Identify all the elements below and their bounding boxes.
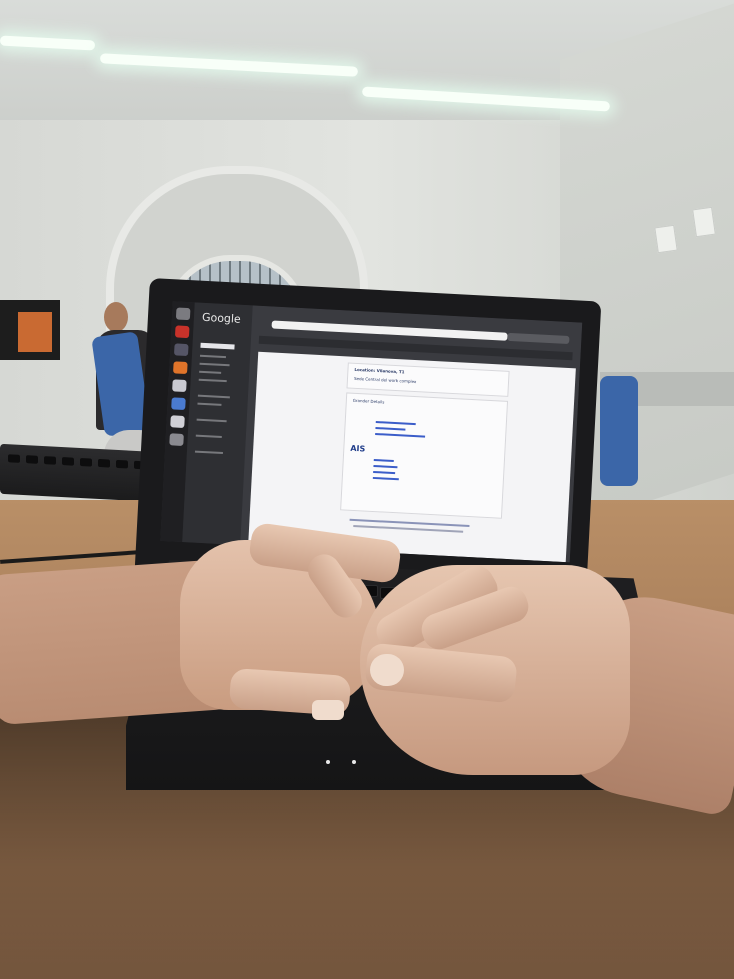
document-icon xyxy=(170,415,185,428)
background-monitor xyxy=(0,300,60,360)
wall-note xyxy=(654,224,678,254)
key xyxy=(44,456,56,465)
status-led xyxy=(352,760,356,764)
app-icon xyxy=(174,325,190,339)
contact-card-header: Location: Vilanova, T1 Sede Central del … xyxy=(346,362,510,397)
contact-card-details: Grander Details AIS xyxy=(340,392,509,519)
key xyxy=(98,458,110,468)
files-icon xyxy=(172,379,187,393)
link-line[interactable] xyxy=(373,470,396,475)
thumbnail xyxy=(370,654,404,686)
laptop-screen: Google Location: Vilanova, T1 Sede Centr… xyxy=(160,301,583,563)
footer-line xyxy=(353,524,464,533)
key xyxy=(26,455,38,464)
office-photo: Google Location: Vilanova, T1 Sede Centr… xyxy=(0,0,734,979)
link-line[interactable] xyxy=(375,432,426,438)
status-led xyxy=(326,760,330,764)
link-line[interactable] xyxy=(375,427,406,431)
brand-mark: AIS xyxy=(350,443,366,454)
ubuntu-icon xyxy=(175,307,191,321)
link-line[interactable] xyxy=(373,464,398,469)
card-subheading: Sede Central del work complex xyxy=(353,375,417,385)
browser-logo: Google xyxy=(201,310,242,326)
key xyxy=(116,459,128,469)
monitor-screen xyxy=(18,312,52,352)
background-keyboard xyxy=(0,443,160,503)
app-icon xyxy=(173,343,189,357)
card-heading: Location: Vilanova, T1 xyxy=(354,366,405,375)
browser-window: Location: Vilanova, T1 Sede Central del … xyxy=(240,305,583,563)
document-icon xyxy=(171,397,186,411)
link-line[interactable] xyxy=(375,421,416,426)
key xyxy=(62,457,74,466)
search-box[interactable] xyxy=(507,332,570,345)
link-line[interactable] xyxy=(373,458,394,463)
blue-chair-right xyxy=(600,376,638,486)
settings-icon xyxy=(169,433,184,446)
section-label: Grander Details xyxy=(352,397,385,405)
link-line[interactable] xyxy=(372,476,399,481)
firefox-icon xyxy=(173,361,188,375)
wall-note xyxy=(692,206,716,238)
thumbnail xyxy=(312,700,344,720)
key xyxy=(80,458,92,467)
person-head xyxy=(104,302,128,332)
key xyxy=(8,454,20,463)
